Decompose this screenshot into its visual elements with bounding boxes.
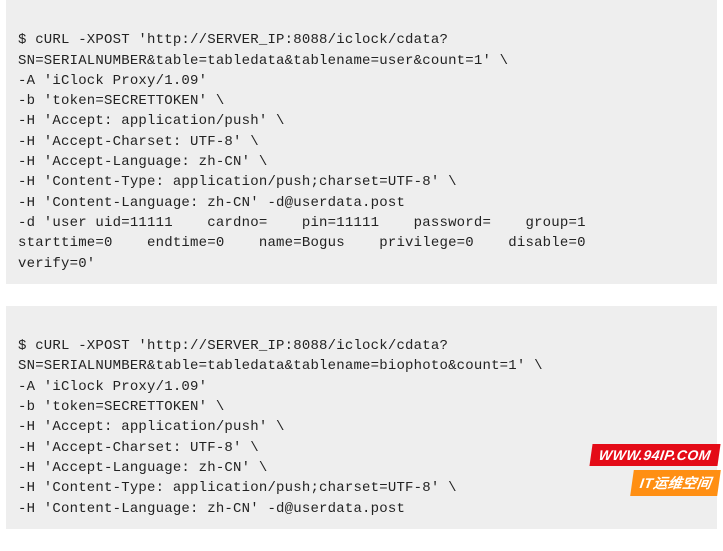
code-line: $ cURL -XPOST 'http://SERVER_IP:8088/icl… <box>18 32 508 68</box>
code-line: starttime=0 endtime=0 name=Bogus privile… <box>18 235 586 251</box>
code-block-2: $ cURL -XPOST 'http://SERVER_IP:8088/icl… <box>6 306 717 529</box>
code-line: -H 'Content-Type: application/push;chars… <box>18 480 457 496</box>
code-line: -H 'Accept-Charset: UTF-8' \ <box>18 440 259 456</box>
code-line: -H 'Accept: application/push' \ <box>18 419 285 435</box>
code-line: -b 'token=SECRETTOKEN' \ <box>18 399 224 415</box>
code-line: -A 'iClock Proxy/1.09' <box>18 73 207 89</box>
code-line: -H 'Content-Language: zh-CN' -d@userdata… <box>18 195 405 211</box>
code-line: -H 'Accept-Language: zh-CN' \ <box>18 460 267 476</box>
code-line: -H 'Accept-Language: zh-CN' \ <box>18 154 267 170</box>
code-line: -d 'user uid=11111 cardno= pin=11111 pas… <box>18 215 586 231</box>
code-line: verify=0' <box>18 256 95 272</box>
code-line: -H 'Accept-Charset: UTF-8' \ <box>18 134 259 150</box>
code-block-1: $ cURL -XPOST 'http://SERVER_IP:8088/icl… <box>6 0 717 284</box>
code-line: -A 'iClock Proxy/1.09' <box>18 379 207 395</box>
code-line: $ cURL -XPOST 'http://SERVER_IP:8088/icl… <box>18 338 543 374</box>
code-line: -H 'Accept: application/push' \ <box>18 113 285 129</box>
code-line: -b 'token=SECRETTOKEN' \ <box>18 93 224 109</box>
code-line: -H 'Content-Type: application/push;chars… <box>18 174 457 190</box>
code-line: -H 'Content-Language: zh-CN' -d@userdata… <box>18 501 405 517</box>
